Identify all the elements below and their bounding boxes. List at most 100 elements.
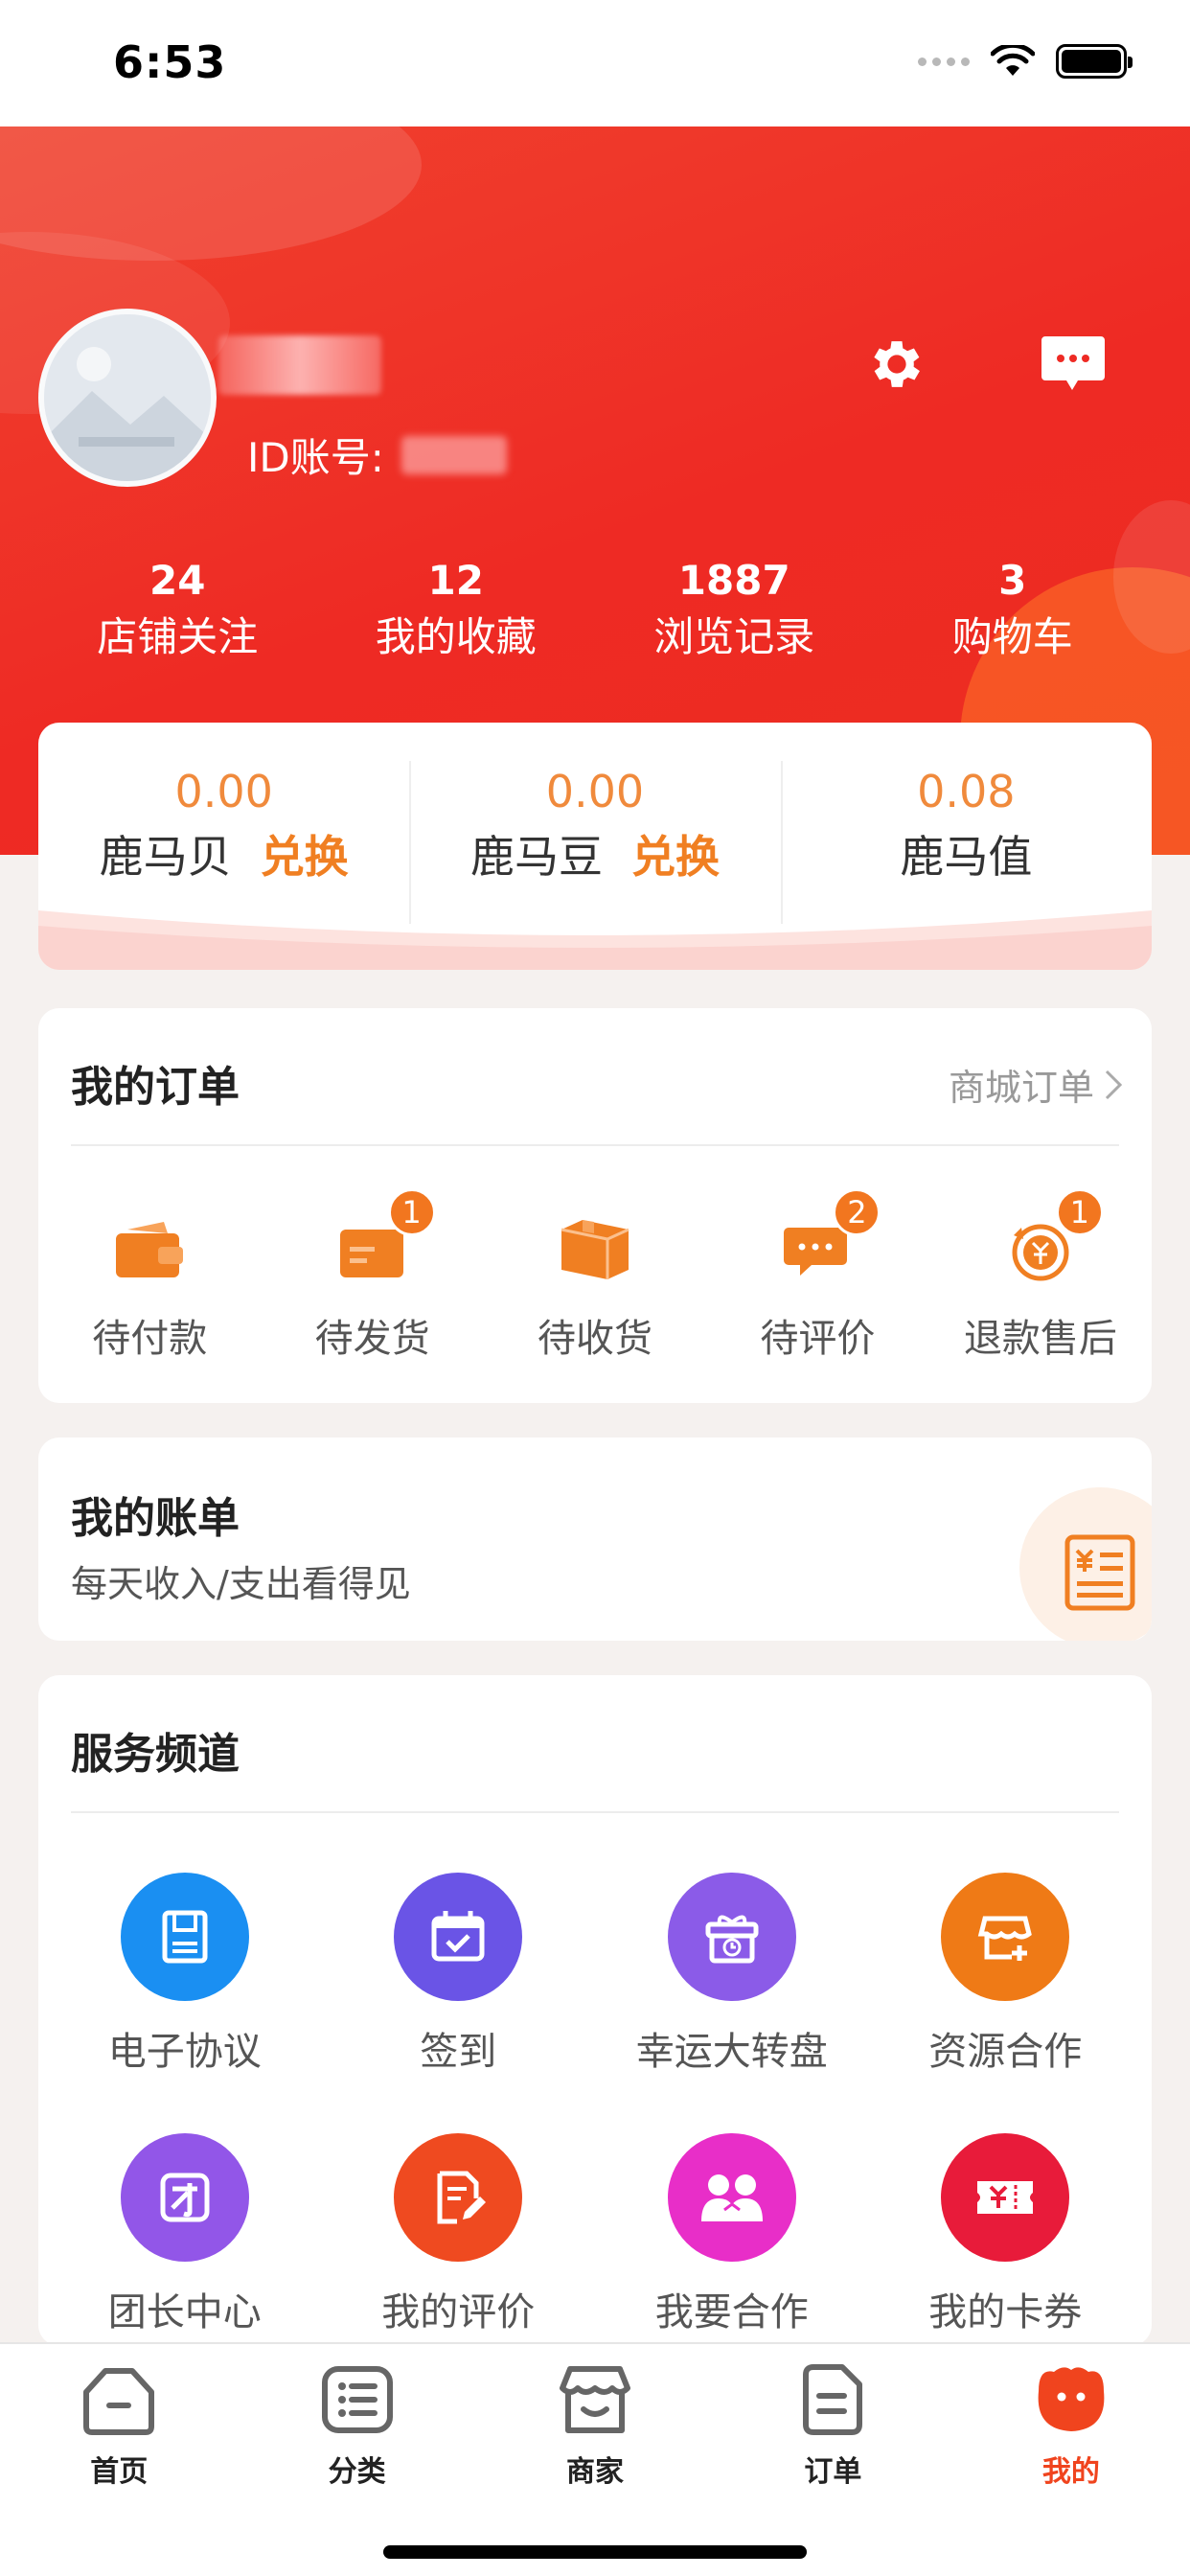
tab-mine[interactable]: 我的 <box>952 2359 1190 2490</box>
stat-cart[interactable]: 3 购物车 <box>874 554 1153 667</box>
service-label: 电子协议 <box>107 2030 262 2074</box>
order-badge: 2 <box>833 1188 881 1236</box>
exchange-button[interactable]: 兑换 <box>261 831 349 883</box>
tab-home[interactable]: 首页 <box>0 2359 238 2490</box>
bill-title: 我的账单 <box>71 1494 240 1543</box>
settings-button[interactable] <box>858 326 935 402</box>
service-partnership[interactable]: 我要合作 <box>595 2133 869 2336</box>
tab-merchants[interactable]: 商家 <box>476 2359 714 2490</box>
stat-label: 店铺关注 <box>97 613 259 660</box>
order-pending-shipment[interactable]: 1 待发货 <box>261 1188 483 1363</box>
service-label: 团长中心 <box>107 2290 262 2334</box>
order-label: 待评价 <box>760 1317 876 1361</box>
order-doc-icon <box>792 2359 873 2440</box>
profile-stats: 24 店铺关注 12 我的收藏 1887 浏览记录 3 购物车 <box>38 554 1152 667</box>
account-id-redacted <box>400 435 507 474</box>
status-time: 6:53 <box>113 36 227 88</box>
wallet-icon <box>116 1222 184 1277</box>
avatar-placeholder-icon <box>44 314 211 481</box>
order-badge: 1 <box>1055 1188 1104 1236</box>
wallet-wave-decoration <box>38 910 1152 970</box>
gear-icon <box>874 341 920 387</box>
package-icon <box>561 1220 629 1279</box>
store-plus-icon <box>941 1873 1070 2001</box>
tab-orders[interactable]: 订单 <box>714 2359 951 2490</box>
tab-label: 首页 <box>90 2455 149 2489</box>
status-bar: 6:53 <box>0 0 1190 126</box>
calendar-check-icon <box>394 1873 523 2001</box>
wallet-beans[interactable]: 0.00 鹿马豆 兑换 <box>409 761 780 924</box>
wallet-label: 鹿马值 <box>900 831 1033 883</box>
stat-label: 浏览记录 <box>653 613 815 660</box>
stat-value: 1887 <box>677 557 790 604</box>
service-resource-cooperation[interactable]: 资源合作 <box>869 1873 1143 2076</box>
service-my-reviews[interactable]: 我的评价 <box>322 2133 596 2336</box>
divider <box>71 1144 1119 1146</box>
order-label: 待收货 <box>538 1317 653 1361</box>
mall-orders-link[interactable]: 商城订单 <box>949 1058 1123 1111</box>
service-label: 我的卡券 <box>928 2290 1083 2334</box>
service-check-in[interactable]: 签到 <box>322 1873 596 2076</box>
order-label: 待付款 <box>92 1317 208 1361</box>
service-label: 我的评价 <box>381 2290 536 2334</box>
home-indicator <box>383 2545 807 2559</box>
wallet-value: 0.08 <box>917 766 1016 817</box>
exchange-button[interactable]: 兑换 <box>631 831 720 883</box>
stat-label: 购物车 <box>951 613 1073 660</box>
wallet-points[interactable]: 0.08 鹿马值 <box>780 761 1152 924</box>
tab-label: 我的 <box>1041 2455 1100 2489</box>
order-badge: 1 <box>387 1188 436 1236</box>
status-indicators <box>918 44 1133 79</box>
services-title: 服务频道 <box>71 1730 240 1779</box>
service-lucky-wheel[interactable]: 幸运大转盘 <box>595 1873 869 2076</box>
service-e-contract[interactable]: 电子协议 <box>48 1873 322 2076</box>
bill-card[interactable]: 我的账单 每天收入/支出看得见 <box>38 1438 1152 1641</box>
partners-icon <box>667 2133 796 2262</box>
shop-icon <box>555 2359 635 2440</box>
service-label: 幸运大转盘 <box>635 2030 828 2074</box>
service-team-leader-center[interactable]: 团长中心 <box>48 2133 322 2336</box>
chevron-right-icon <box>1105 1070 1123 1099</box>
wallet-card: 0.00 鹿马贝 兑换 0.00 鹿马豆 兑换 0.08 鹿马值 <box>38 723 1152 970</box>
wallet-label: 鹿马豆 <box>469 831 603 883</box>
stat-store-follows[interactable]: 24 店铺关注 <box>38 554 317 667</box>
tab-label: 订单 <box>804 2455 862 2489</box>
home-icon <box>79 2359 159 2440</box>
stat-browse-history[interactable]: 1887 浏览记录 <box>595 554 874 667</box>
tab-category[interactable]: 分类 <box>238 2359 475 2490</box>
orders-card: 我的订单 商城订单 待付款 1 待发货 待收货 2 待评价 1 退款售后 <box>38 1008 1152 1403</box>
order-pending-payment[interactable]: 待付款 <box>38 1211 261 1363</box>
stat-value: 24 <box>149 557 206 604</box>
order-refund-after-sales[interactable]: 1 退款售后 <box>929 1188 1152 1363</box>
service-label: 签到 <box>420 2030 497 2074</box>
list-icon <box>317 2359 398 2440</box>
mine-face-icon <box>1031 2359 1111 2440</box>
message-button[interactable] <box>1035 326 1111 402</box>
order-pending-review[interactable]: 2 待评价 <box>706 1188 928 1363</box>
tab-label: 商家 <box>566 2455 625 2489</box>
avatar[interactable] <box>38 309 217 487</box>
service-label: 我要合作 <box>654 2290 809 2334</box>
wallet-shells[interactable]: 0.00 鹿马贝 兑换 <box>38 761 409 891</box>
tab-bar: 首页 分类 商家 订单 我的 <box>0 2342 1190 2576</box>
order-pending-receipt[interactable]: 待收货 <box>484 1211 706 1363</box>
orders-title: 我的订单 <box>71 1063 240 1112</box>
account-id-label: ID账号: <box>247 434 384 481</box>
coupon-icon <box>941 2133 1070 2262</box>
wallet-value: 0.00 <box>174 766 273 817</box>
stat-label: 我的收藏 <box>375 613 537 660</box>
service-label: 资源合作 <box>928 2030 1083 2074</box>
username-redacted <box>218 335 381 395</box>
mall-orders-label: 商城订单 <box>948 1067 1094 1109</box>
service-my-coupons[interactable]: 我的卡券 <box>869 2133 1143 2336</box>
stat-favorites[interactable]: 12 我的收藏 <box>317 554 596 667</box>
gift-box-icon <box>667 1873 796 2001</box>
order-label: 退款售后 <box>963 1317 1117 1361</box>
pen-note-icon <box>394 2133 523 2262</box>
bill-subtitle: 每天收入/支出看得见 <box>71 1563 411 1605</box>
bill-icon <box>1064 1534 1135 1611</box>
team-leader-icon <box>120 2133 249 2262</box>
stat-value: 3 <box>998 557 1027 604</box>
document-icon <box>120 1873 249 2001</box>
tab-label: 分类 <box>328 2455 386 2489</box>
